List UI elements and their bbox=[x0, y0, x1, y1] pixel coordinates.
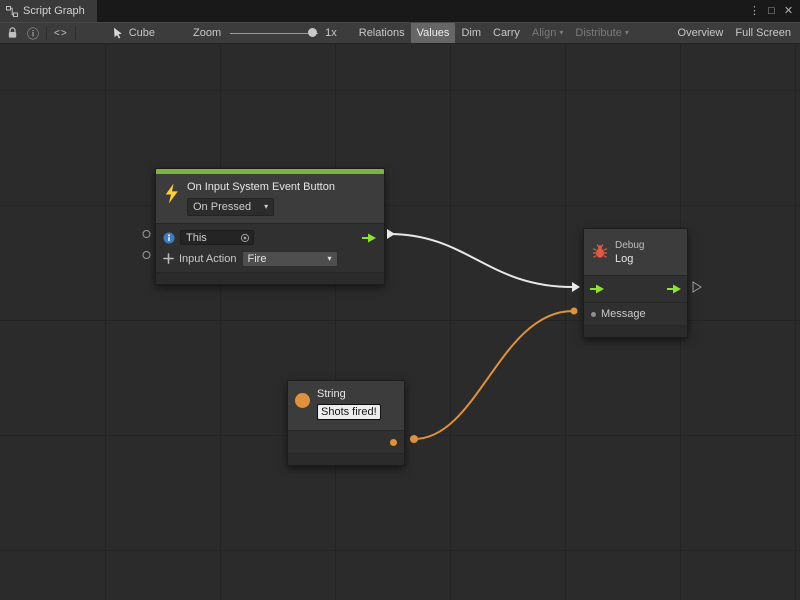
event-node-title: On Input System Event Button bbox=[187, 180, 335, 195]
string-value-input[interactable] bbox=[317, 404, 381, 420]
string-node[interactable]: String bbox=[287, 380, 405, 466]
toolbar-view-buttons: Relations Values Dim Carry Align ▾ Distr… bbox=[353, 22, 800, 44]
lightning-icon bbox=[163, 183, 180, 204]
window-controls: ⋮ □ ✕ bbox=[746, 0, 800, 22]
event-input-port-icon[interactable] bbox=[143, 252, 150, 259]
distribute-button-label: Distribute bbox=[575, 27, 621, 39]
event-input-port-icon[interactable] bbox=[143, 231, 150, 238]
zoom-slider[interactable] bbox=[230, 23, 318, 43]
dropdown-caret-icon: ▾ bbox=[264, 203, 268, 211]
zoom-control: Zoom 1x bbox=[193, 23, 337, 43]
flow-output-port[interactable] bbox=[361, 233, 377, 243]
window-menu-icon[interactable]: ⋮ bbox=[746, 0, 763, 22]
string-output-row bbox=[288, 431, 404, 453]
tab-title: Script Graph bbox=[23, 5, 85, 17]
message-label: Message bbox=[601, 308, 646, 320]
string-node-header-text: String bbox=[317, 387, 381, 420]
wire-arrow-icon[interactable] bbox=[387, 229, 395, 239]
lock-icon[interactable] bbox=[7, 23, 18, 43]
flow-output-port[interactable] bbox=[666, 284, 682, 294]
info-icon[interactable]: ⓘ bbox=[27, 23, 39, 43]
this-object-field[interactable]: This bbox=[180, 230, 254, 245]
event-to-debug-wire[interactable] bbox=[389, 234, 573, 287]
this-field-value: This bbox=[186, 232, 207, 244]
distribute-button[interactable]: Distribute ▾ bbox=[569, 23, 634, 43]
debug-log-node[interactable]: Debug Log bbox=[583, 228, 688, 338]
code-icon[interactable]: <> bbox=[54, 23, 68, 43]
string-output-port[interactable] bbox=[390, 439, 397, 446]
wire-endpoint-dot[interactable] bbox=[410, 435, 418, 443]
zoom-label: Zoom bbox=[193, 27, 221, 39]
event-state-dropdown[interactable]: On Pressed ▾ bbox=[187, 198, 274, 216]
edit-target[interactable]: Cube bbox=[113, 27, 155, 39]
debug-node-footer bbox=[584, 325, 687, 337]
carry-button[interactable]: Carry bbox=[487, 23, 526, 43]
edit-target-label: Cube bbox=[129, 27, 155, 39]
flow-terminal-icon[interactable] bbox=[693, 282, 701, 292]
flow-input-port[interactable] bbox=[589, 284, 605, 294]
cursor-icon bbox=[113, 27, 123, 39]
string-node-body bbox=[288, 430, 404, 453]
input-action-dropdown[interactable]: Fire ▾ bbox=[242, 251, 338, 267]
graph-icon bbox=[6, 6, 18, 17]
input-action-row: Input Action Fire ▾ bbox=[156, 248, 384, 269]
maximize-icon[interactable]: □ bbox=[763, 0, 780, 22]
event-node-header: On Input System Event Button On Pressed … bbox=[156, 174, 384, 223]
debug-node-body: Message bbox=[584, 275, 687, 325]
titlebar-spacer bbox=[97, 0, 746, 22]
titlebar: Script Graph ⋮ □ ✕ bbox=[0, 0, 800, 22]
full-screen-button[interactable]: Full Screen bbox=[729, 23, 797, 43]
event-node-body: This bbox=[156, 223, 384, 272]
this-icon bbox=[163, 232, 175, 244]
overview-button[interactable]: Overview bbox=[672, 23, 730, 43]
tab-script-graph[interactable]: Script Graph bbox=[0, 0, 97, 22]
debug-flow-row bbox=[584, 276, 687, 302]
string-type-icon bbox=[295, 393, 310, 408]
dropdown-caret-icon: ▾ bbox=[625, 29, 629, 37]
event-node[interactable]: On Input System Event Button On Pressed … bbox=[155, 168, 385, 285]
align-button-label: Align bbox=[532, 27, 556, 39]
wire-endpoint-dot[interactable] bbox=[571, 308, 578, 315]
dropdown-caret-icon: ▾ bbox=[327, 255, 331, 263]
input-action-label: Input Action bbox=[179, 253, 237, 265]
relations-button[interactable]: Relations bbox=[353, 23, 411, 43]
toolbar-separator bbox=[75, 27, 76, 40]
object-picker-icon[interactable] bbox=[240, 233, 250, 243]
toolbar: ⓘ <> Cube Zoom 1x Relations Values bbox=[0, 22, 800, 44]
string-node-footer bbox=[288, 453, 404, 465]
debug-node-header-text: Debug Log bbox=[615, 239, 644, 267]
input-action-value: Fire bbox=[248, 253, 267, 265]
debug-node-category: Debug bbox=[615, 239, 644, 252]
bug-icon bbox=[592, 243, 608, 259]
debug-node-header: Debug Log bbox=[584, 229, 687, 275]
zoom-slider-track[interactable] bbox=[230, 33, 318, 34]
wire-arrow-icon[interactable] bbox=[572, 282, 580, 292]
zoom-slider-knob[interactable] bbox=[308, 28, 317, 37]
input-action-icon bbox=[163, 253, 174, 264]
align-button[interactable]: Align ▾ bbox=[526, 23, 569, 43]
debug-node-title: Log bbox=[615, 252, 644, 267]
string-node-title: String bbox=[317, 387, 381, 402]
values-button[interactable]: Values bbox=[411, 23, 456, 43]
dropdown-caret-icon: ▾ bbox=[559, 29, 563, 37]
unity-visual-scripting-window: Script Graph ⋮ □ ✕ ⓘ <> bbox=[0, 0, 800, 600]
close-icon[interactable]: ✕ bbox=[780, 0, 797, 22]
dim-button[interactable]: Dim bbox=[455, 23, 487, 43]
message-input-port[interactable] bbox=[591, 312, 596, 317]
string-node-header: String bbox=[288, 381, 404, 430]
event-state-value: On Pressed bbox=[193, 201, 251, 213]
event-node-header-text: On Input System Event Button On Pressed … bbox=[187, 180, 335, 216]
message-port-row: Message bbox=[584, 302, 687, 325]
zoom-value: 1x bbox=[325, 27, 337, 39]
event-node-footer bbox=[156, 272, 384, 284]
graph-canvas[interactable]: On Input System Event Button On Pressed … bbox=[0, 44, 800, 600]
toolbar-separator bbox=[46, 27, 47, 40]
string-to-debug-wire[interactable] bbox=[414, 311, 573, 439]
this-port-row: This bbox=[156, 227, 384, 248]
